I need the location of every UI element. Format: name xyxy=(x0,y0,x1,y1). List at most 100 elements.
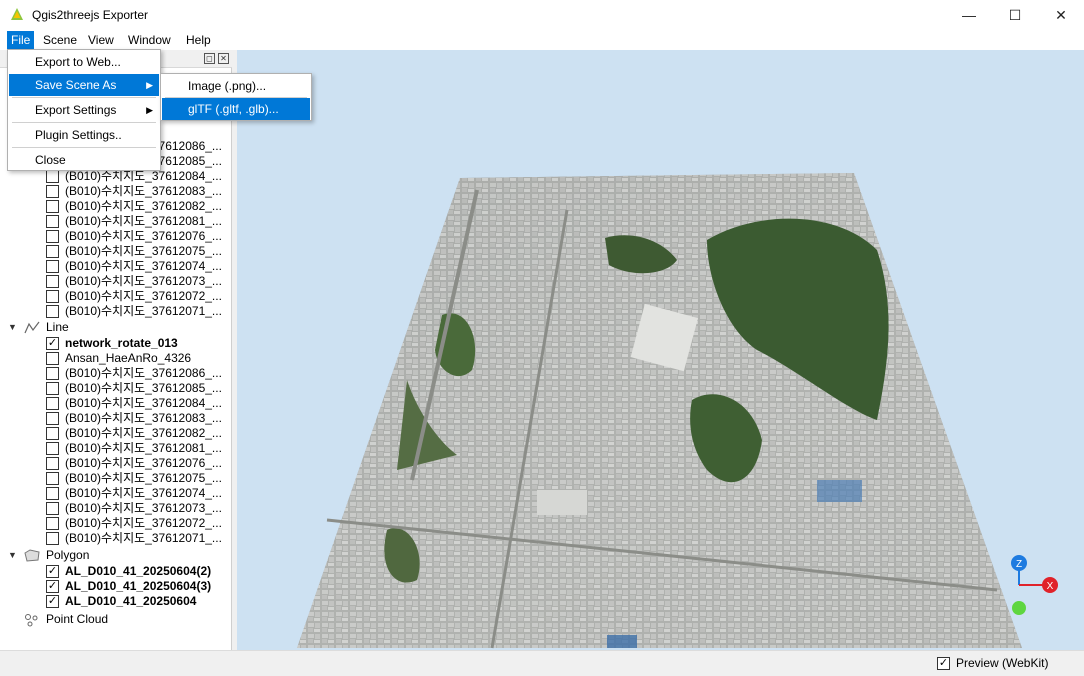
layer-label: AL_D010_41_20250604 xyxy=(65,594,197,608)
layer-group-label: Point Cloud xyxy=(46,612,109,626)
layer-checkbox[interactable]: ✓ xyxy=(46,595,59,608)
menu-file[interactable]: File xyxy=(7,31,35,50)
polygon-layer-row[interactable]: ✓ AL_D010_41_20250604(3) xyxy=(0,579,232,594)
layer-label: (B010)수치지도_37612073_... xyxy=(65,274,222,288)
layer-checkbox[interactable] xyxy=(46,487,59,500)
layer-group-point-cloud[interactable]: Point Cloud xyxy=(0,612,232,627)
axis-x-label: X xyxy=(1047,581,1054,592)
layer-checkbox[interactable] xyxy=(46,275,59,288)
menu-item-export-web[interactable]: Export to Web... xyxy=(9,51,159,73)
layer-checkbox[interactable]: ✓ xyxy=(46,337,59,350)
menu-scene[interactable]: Scene xyxy=(39,31,81,50)
preview-checkbox[interactable]: ✓ xyxy=(937,657,950,670)
line-layer-row[interactable]: (B010)수치지도_37612086_... xyxy=(0,366,232,381)
layer-checkbox[interactable] xyxy=(46,367,59,380)
scene-3d-view[interactable]: Z X xyxy=(237,50,1084,650)
layer-checkbox[interactable] xyxy=(46,382,59,395)
menu-item-save-gltf[interactable]: glTF (.gltf, .glb)... xyxy=(162,98,310,120)
layer-checkbox[interactable] xyxy=(46,427,59,440)
line-layer-row[interactable]: (B010)수치지도_37612076_... xyxy=(0,456,232,471)
line-layer-row[interactable]: (B010)수치지도_37612074_... xyxy=(0,486,232,501)
layer-label: (B010)수치지도_37612082_... xyxy=(65,426,222,440)
line-layer-row[interactable]: (B010)수치지도_37612085_... xyxy=(0,381,232,396)
line-layer-row[interactable]: (B010)수치지도_37612075_... xyxy=(0,471,232,486)
layer-checkbox[interactable] xyxy=(46,260,59,273)
menu-item-save-scene-as[interactable]: Save Scene As ▶ xyxy=(9,74,159,96)
dem-layer-row[interactable]: (B010)수치지도_37612075_... xyxy=(0,244,232,259)
layer-checkbox[interactable] xyxy=(46,502,59,515)
line-layer-row[interactable]: (B010)수치지도_37612082_... xyxy=(0,426,232,441)
close-window-button[interactable]: ✕ xyxy=(1038,0,1084,30)
layer-checkbox[interactable] xyxy=(46,215,59,228)
dem-layer-row[interactable]: (B010)수치지도_37612084_... xyxy=(0,169,232,184)
layer-checkbox[interactable] xyxy=(46,457,59,470)
dem-layer-row[interactable]: (B010)수치지도_37612074_... xyxy=(0,259,232,274)
line-layer-row[interactable]: ✓ network_rotate_013 xyxy=(0,336,232,351)
menu-help[interactable]: Help xyxy=(182,31,215,50)
save-scene-submenu: Image (.png)... glTF (.gltf, .glb)... xyxy=(160,73,312,121)
dem-layer-row[interactable]: (B010)수치지도_37612082_... xyxy=(0,199,232,214)
layer-checkbox[interactable] xyxy=(46,352,59,365)
collapse-arrow-icon[interactable]: ▼ xyxy=(8,548,17,563)
axis-z-label: Z xyxy=(1016,559,1022,570)
layer-label: (B010)수치지도_37612076_... xyxy=(65,456,222,470)
layer-checkbox[interactable] xyxy=(46,517,59,530)
menu-view[interactable]: View xyxy=(84,31,118,50)
layer-label: (B010)수치지도_37612081_... xyxy=(65,214,222,228)
qgis2threejs-logo-icon xyxy=(11,8,23,20)
layer-label: (B010)수치지도_37612072_... xyxy=(65,516,222,530)
layer-checkbox[interactable]: ✓ xyxy=(46,565,59,578)
layer-checkbox[interactable]: ✓ xyxy=(46,580,59,593)
minimize-button[interactable]: — xyxy=(946,0,992,30)
layer-label: (B010)수치지도_37612071_... xyxy=(65,304,222,318)
status-bar: ✓ Preview (WebKit) xyxy=(0,650,1084,676)
layer-group-line[interactable]: ▼ Line xyxy=(0,320,232,335)
dem-layer-row[interactable]: (B010)수치지도_37612076_... xyxy=(0,229,232,244)
polygon-layer-row[interactable]: ✓ AL_D010_41_20250604 xyxy=(0,594,232,609)
line-layer-row[interactable]: (B010)수치지도_37612081_... xyxy=(0,441,232,456)
float-panel-icon[interactable]: ◻ xyxy=(204,53,215,64)
dem-layer-row[interactable]: (B010)수치지도_37612081_... xyxy=(0,214,232,229)
layer-label: (B010)수치지도_37612074_... xyxy=(65,259,222,273)
dem-layer-row[interactable]: (B010)수치지도_37612073_... xyxy=(0,274,232,289)
menu-window[interactable]: Window xyxy=(124,31,175,50)
axis-y-marker[interactable] xyxy=(1012,601,1026,615)
menu-item-export-settings[interactable]: Export Settings ▶ xyxy=(9,99,159,121)
line-layer-row[interactable]: (B010)수치지도_37612084_... xyxy=(0,396,232,411)
layer-checkbox[interactable] xyxy=(46,472,59,485)
layer-checkbox[interactable] xyxy=(46,397,59,410)
layer-checkbox[interactable] xyxy=(46,290,59,303)
layer-checkbox[interactable] xyxy=(46,412,59,425)
layer-checkbox[interactable] xyxy=(46,230,59,243)
menu-item-save-image[interactable]: Image (.png)... xyxy=(162,75,310,97)
polygon-layer-row[interactable]: ✓ AL_D010_41_20250604(2) xyxy=(0,564,232,579)
line-layer-row[interactable]: (B010)수치지도_37612071_... xyxy=(0,531,232,546)
line-layer-icon xyxy=(24,321,40,334)
layer-checkbox[interactable] xyxy=(46,245,59,258)
polygon-layer-icon xyxy=(24,549,40,562)
layer-checkbox[interactable] xyxy=(46,185,59,198)
terrain-scene[interactable]: Z X xyxy=(237,50,1084,650)
layer-checkbox[interactable] xyxy=(46,170,59,183)
layer-label: (B010)수치지도_37612081_... xyxy=(65,441,222,455)
blue-roof-block xyxy=(817,480,862,502)
line-layer-row[interactable]: (B010)수치지도_37612072_... xyxy=(0,516,232,531)
maximize-button[interactable]: ☐ xyxy=(992,0,1038,30)
line-layer-row[interactable]: Ansan_HaeAnRo_4326 xyxy=(0,351,232,366)
menu-item-plugin-settings[interactable]: Plugin Settings.. xyxy=(9,124,159,146)
line-layer-row[interactable]: (B010)수치지도_37612083_... xyxy=(0,411,232,426)
layer-checkbox[interactable] xyxy=(46,442,59,455)
layer-checkbox[interactable] xyxy=(46,305,59,318)
line-layer-row[interactable]: (B010)수치지도_37612073_... xyxy=(0,501,232,516)
close-panel-icon[interactable]: ✕ xyxy=(218,53,229,64)
dem-layer-row[interactable]: (B010)수치지도_37612071_... xyxy=(0,304,232,319)
layer-group-polygon[interactable]: ▼ Polygon xyxy=(0,548,232,563)
dem-layer-row[interactable]: (B010)수치지도_37612072_... xyxy=(0,289,232,304)
layer-checkbox[interactable] xyxy=(46,200,59,213)
layer-label: (B010)수치지도_37612075_... xyxy=(65,244,222,258)
layer-label: (B010)수치지도_37612083_... xyxy=(65,411,222,425)
menu-item-close[interactable]: Close xyxy=(9,149,159,171)
layer-checkbox[interactable] xyxy=(46,532,59,545)
dem-layer-row[interactable]: (B010)수치지도_37612083_... xyxy=(0,184,232,199)
collapse-arrow-icon[interactable]: ▼ xyxy=(8,320,17,335)
